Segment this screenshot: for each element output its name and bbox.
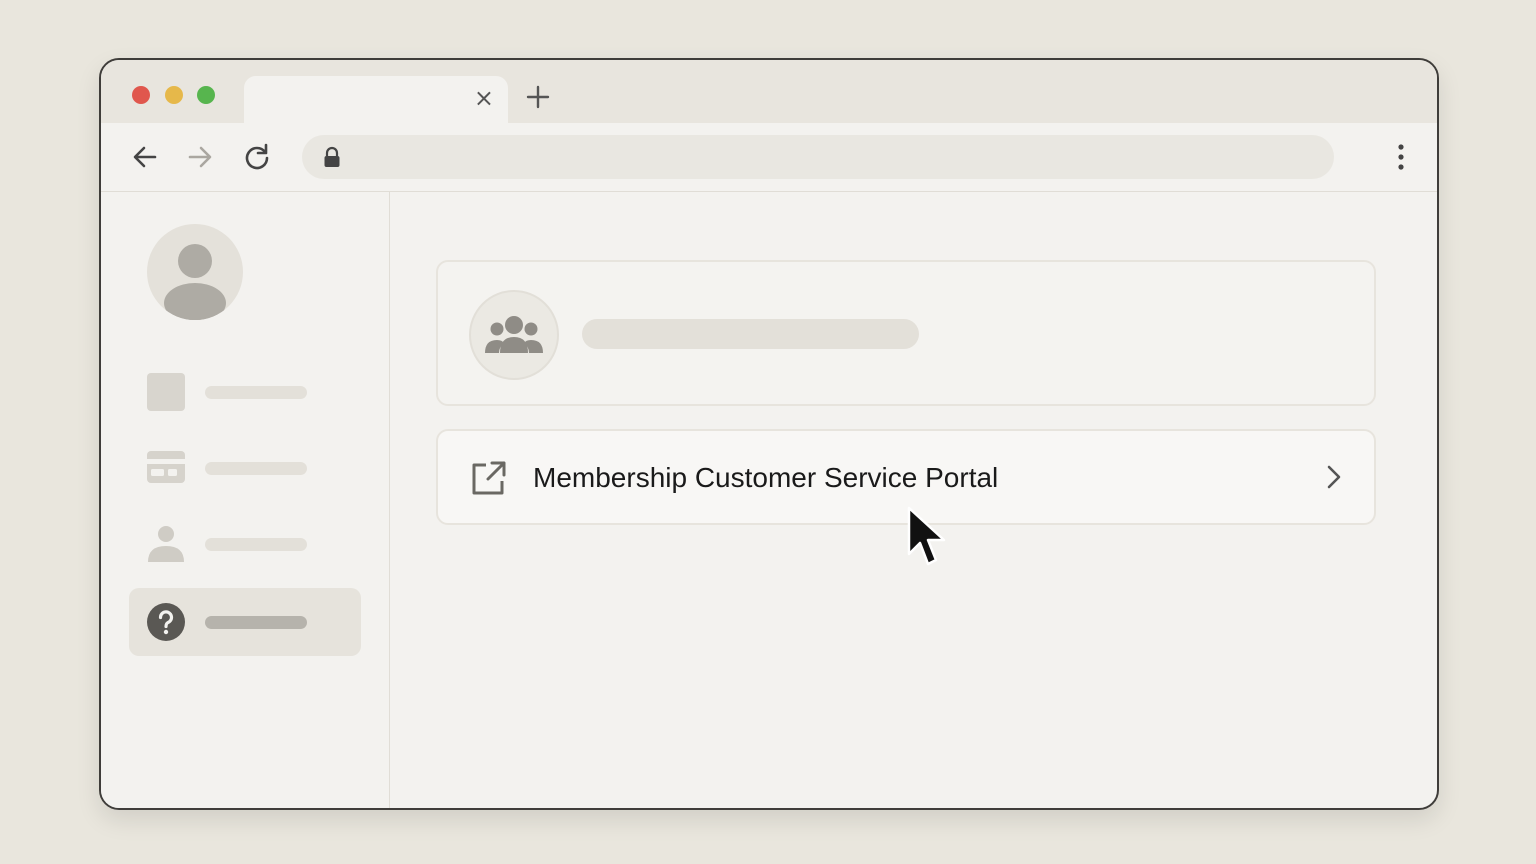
kebab-menu-icon[interactable] [1393, 142, 1409, 172]
sidebar-item-1[interactable] [129, 358, 361, 426]
sidebar-item-label-placeholder [205, 462, 307, 475]
card-icon [147, 451, 185, 483]
arrow-left-icon[interactable] [131, 143, 159, 171]
mouse-pointer-icon [907, 506, 946, 566]
portal-link-label: Membership Customer Service Portal [533, 462, 999, 493]
address-bar[interactable] [302, 135, 1334, 179]
lock-icon [324, 146, 340, 167]
arrow-right-icon[interactable] [186, 143, 214, 171]
group-icon [485, 316, 543, 353]
minimize-window-button[interactable] [165, 86, 183, 104]
main-content: Membership Customer Service Portal [390, 192, 1437, 808]
close-window-button[interactable] [132, 86, 150, 104]
group-avatar [469, 290, 559, 380]
reload-icon[interactable] [243, 143, 271, 171]
help-icon [147, 603, 185, 641]
person-icon [148, 526, 184, 562]
chevron-right-icon [1327, 465, 1341, 489]
square-icon [147, 373, 185, 411]
close-tab-icon[interactable]: × [474, 86, 494, 110]
user-silhouette-icon [164, 244, 226, 320]
active-tab[interactable]: × [244, 76, 508, 124]
sidebar-item-label-placeholder [205, 538, 307, 551]
sidebar-item-2[interactable] [129, 434, 361, 502]
sidebar-item-3[interactable] [129, 510, 361, 578]
sidebar-item-help[interactable] [129, 588, 361, 656]
external-link-icon [472, 461, 506, 495]
sidebar [101, 192, 390, 808]
avatar[interactable] [147, 224, 243, 320]
tab-bar: × [101, 60, 1437, 124]
browser-window: × Membership Customer Service Portal [99, 58, 1439, 810]
browser-toolbar [101, 123, 1437, 192]
sidebar-item-label-placeholder [205, 616, 307, 629]
maximize-window-button[interactable] [197, 86, 215, 104]
plus-icon[interactable] [525, 84, 551, 110]
group-header-card [436, 260, 1376, 406]
title-placeholder [582, 319, 919, 349]
sidebar-item-label-placeholder [205, 386, 307, 399]
